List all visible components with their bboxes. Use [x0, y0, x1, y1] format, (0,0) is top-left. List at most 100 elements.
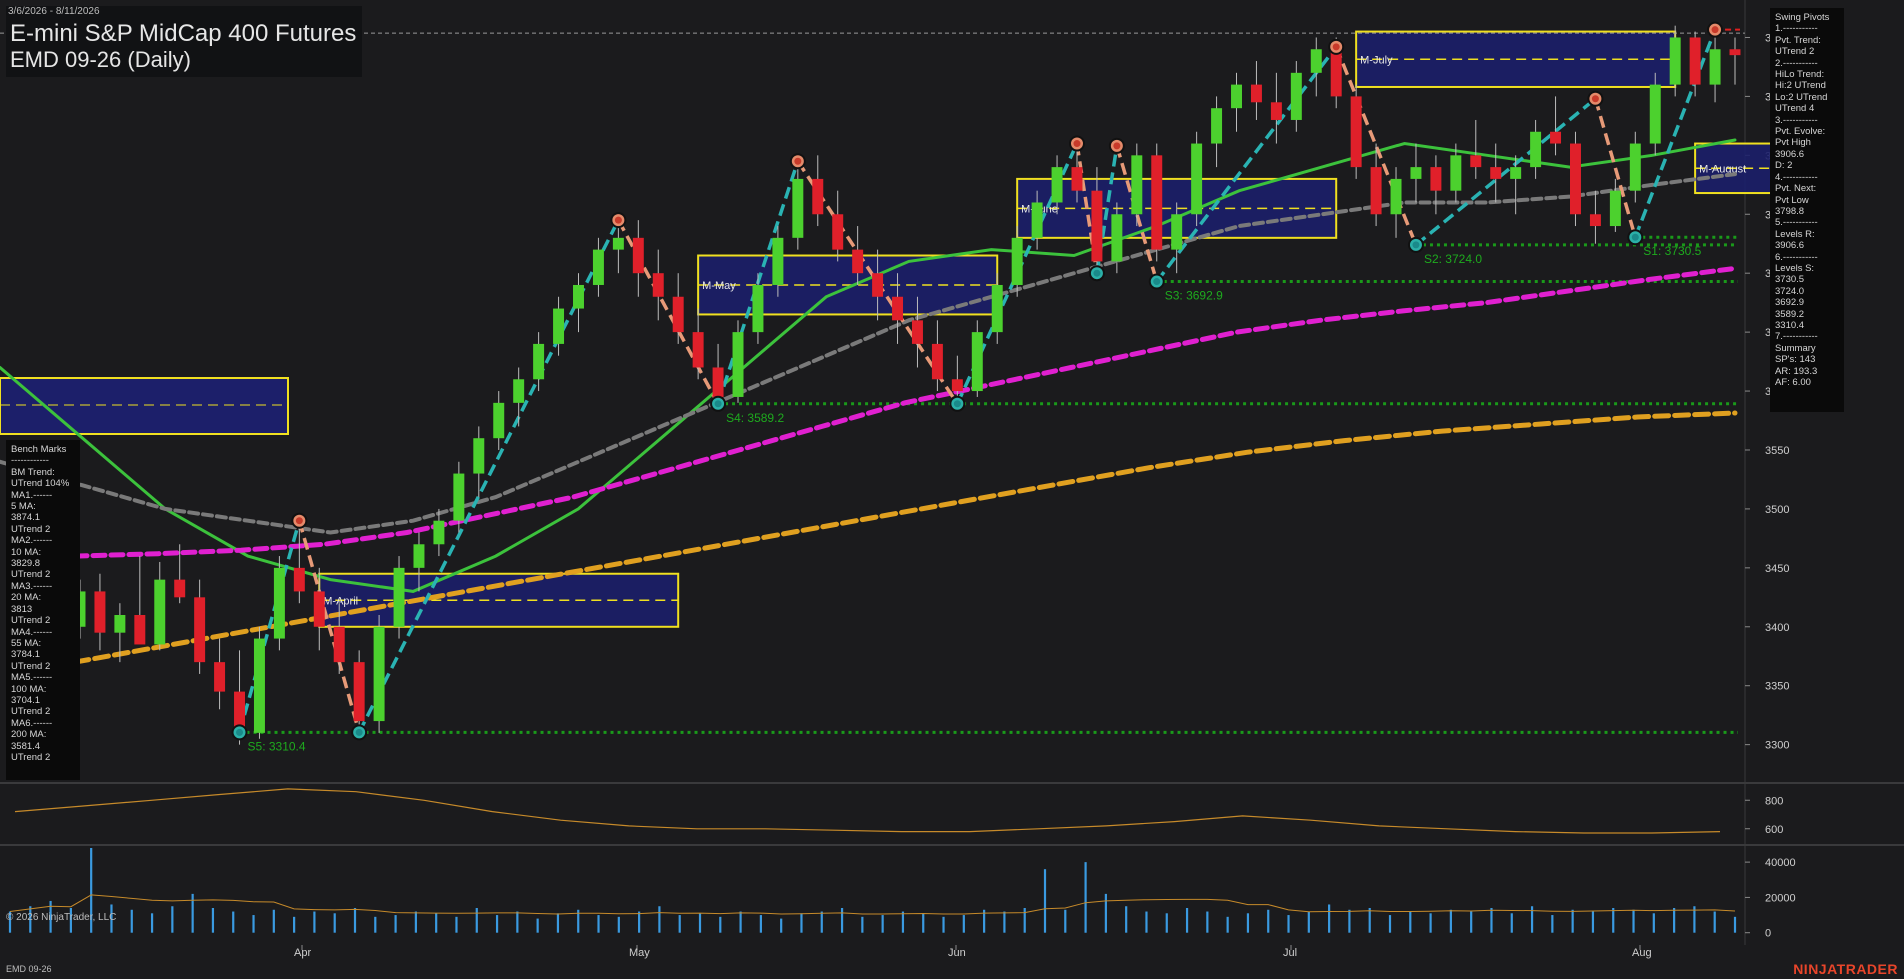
candle-body: [1350, 96, 1362, 168]
candle-body: [1231, 84, 1242, 109]
candle-body: [473, 438, 485, 474]
bench-marks-panel: Bench Marks ------------ BM Trend: UTrend 1…: [6, 440, 80, 780]
chart-header: 3/6/2026 - 8/11/2026 E-mini S&P MidCap 4…: [6, 6, 363, 77]
volume-average-line: [9, 894, 1736, 915]
candle-body: [1629, 143, 1641, 191]
candle-body: [612, 237, 624, 250]
moving-average-line: [0, 172, 1737, 535]
y-tick-label: 3350: [1765, 681, 1789, 693]
candle-body: [752, 284, 764, 333]
candle-body: [792, 178, 804, 238]
candle-body: [1649, 84, 1661, 144]
candle-body: [1091, 190, 1103, 262]
y-tick-label: 3450: [1765, 563, 1789, 575]
bench-mark-line: MA6.------: [11, 717, 53, 729]
bench-mark-line: MA1.------: [11, 489, 53, 501]
candle-body: [812, 178, 824, 215]
swing-pivot-marker-center: [1153, 278, 1161, 286]
candle-body: [1151, 155, 1163, 250]
swing-pivot-marker-center: [355, 728, 363, 736]
swing-pivot-marker-center: [614, 216, 622, 224]
swing-pivot-line: HiLo Trend:: [1775, 69, 1825, 81]
swing-pivot-marker-center: [714, 400, 722, 408]
candle-body: [692, 332, 704, 368]
candle-body: [1709, 49, 1721, 85]
bench-mark-line: 3784.1: [11, 649, 41, 661]
candle-body: [1450, 155, 1462, 191]
price-chart[interactable]: 3300335034003450350035503600365037003750…: [0, 0, 1904, 979]
support-label: S1: 3730.5: [1643, 244, 1701, 258]
x-tick-label: Apr: [294, 947, 311, 959]
candle-body: [174, 579, 186, 598]
monthly-range-box: [1355, 30, 1677, 88]
swing-pivots-panel: Swing Pivots 1.----------- Pvt. Trend: UTre…: [1770, 8, 1844, 412]
candle-body: [951, 379, 963, 392]
bench-mark-line: Bench Marks: [11, 444, 67, 455]
candle-body: [493, 402, 505, 439]
bench-mark-line: 20 MA:: [11, 592, 42, 604]
instrument-footer: EMD 09-26: [6, 964, 52, 974]
candle-body: [872, 273, 884, 297]
swing-pivot-line: 2.-----------: [1775, 57, 1818, 69]
candle-body: [393, 567, 405, 627]
candle-body: [1250, 84, 1262, 103]
candle-body: [1071, 167, 1083, 191]
bench-mark-line: UTrend 2: [11, 569, 51, 581]
monthly-box-label: M-May: [702, 280, 736, 292]
candle-body: [333, 626, 345, 663]
candle-body: [632, 237, 644, 274]
candle-body: [154, 579, 166, 645]
date-range: 3/6/2026 - 8/11/2026: [8, 6, 100, 17]
candle-body: [852, 249, 864, 274]
candle-body: [971, 332, 983, 392]
candle-body: [1589, 214, 1601, 227]
oscillator-tick-label: 800: [1765, 795, 1783, 807]
swing-pivot-line: D: 2: [1775, 160, 1793, 172]
candle-body: [194, 597, 206, 663]
candle-body: [293, 567, 305, 592]
candle-body: [1510, 167, 1522, 179]
candle-body: [1410, 167, 1422, 179]
swing-pivot-marker-center: [1113, 142, 1121, 150]
candle-body: [931, 343, 943, 380]
instrument-title: E-mini S&P MidCap 400 Futures: [10, 20, 357, 47]
candle-body: [1689, 37, 1701, 85]
swing-pivot-line: 4.-----------: [1775, 171, 1818, 183]
monthly-box-label: M-August: [1699, 163, 1746, 175]
swing-pivot-line: 6.-----------: [1775, 251, 1818, 263]
bench-mark-line: MA3.------: [11, 580, 53, 592]
swing-pivot-line: Pvt. Trend:: [1775, 34, 1821, 46]
candle-body: [1211, 108, 1223, 144]
swing-line: [1155, 45, 1338, 283]
x-tick-label: May: [629, 947, 650, 959]
candle-body: [1470, 155, 1482, 168]
swing-pivot-marker-center: [953, 400, 961, 408]
swing-pivot-line: 3310.4: [1775, 319, 1805, 331]
y-tick-label: 3500: [1765, 504, 1789, 516]
swing-pivot-line: 3589.2: [1775, 308, 1805, 320]
candle-body: [1310, 49, 1322, 73]
x-tick-label: Jul: [1283, 947, 1297, 959]
support-label: S4: 3589.2: [726, 411, 784, 425]
swing-pivot-line: 3.-----------: [1775, 114, 1818, 126]
bench-mark-line: MA2.------: [11, 535, 53, 547]
candle-body: [214, 662, 226, 692]
candle-body: [1111, 214, 1123, 262]
bench-mark-line: 5 MA:: [11, 501, 36, 513]
swing-pivot-line: 3724.0: [1775, 285, 1805, 297]
candle-body: [1430, 167, 1442, 191]
candle-body: [911, 320, 923, 344]
candle-body: [273, 567, 285, 639]
bench-mark-line: UTrend 104%: [11, 478, 70, 490]
bench-mark-line: UTrend 2: [11, 660, 51, 672]
oscillator-tick-label: 600: [1765, 824, 1783, 836]
swing-pivot-line: Pvt Low: [1775, 194, 1809, 206]
candle-body: [672, 296, 684, 333]
monthly-box-label: M-April: [323, 595, 358, 607]
bench-mark-line: UTrend 2: [11, 615, 51, 627]
bench-mark-line: MA4.------: [11, 626, 53, 638]
support-label: S2: 3724.0: [1424, 252, 1482, 266]
candle-body: [892, 296, 904, 321]
bench-mark-line: 3829.8: [11, 558, 41, 570]
candle-body: [353, 662, 365, 722]
